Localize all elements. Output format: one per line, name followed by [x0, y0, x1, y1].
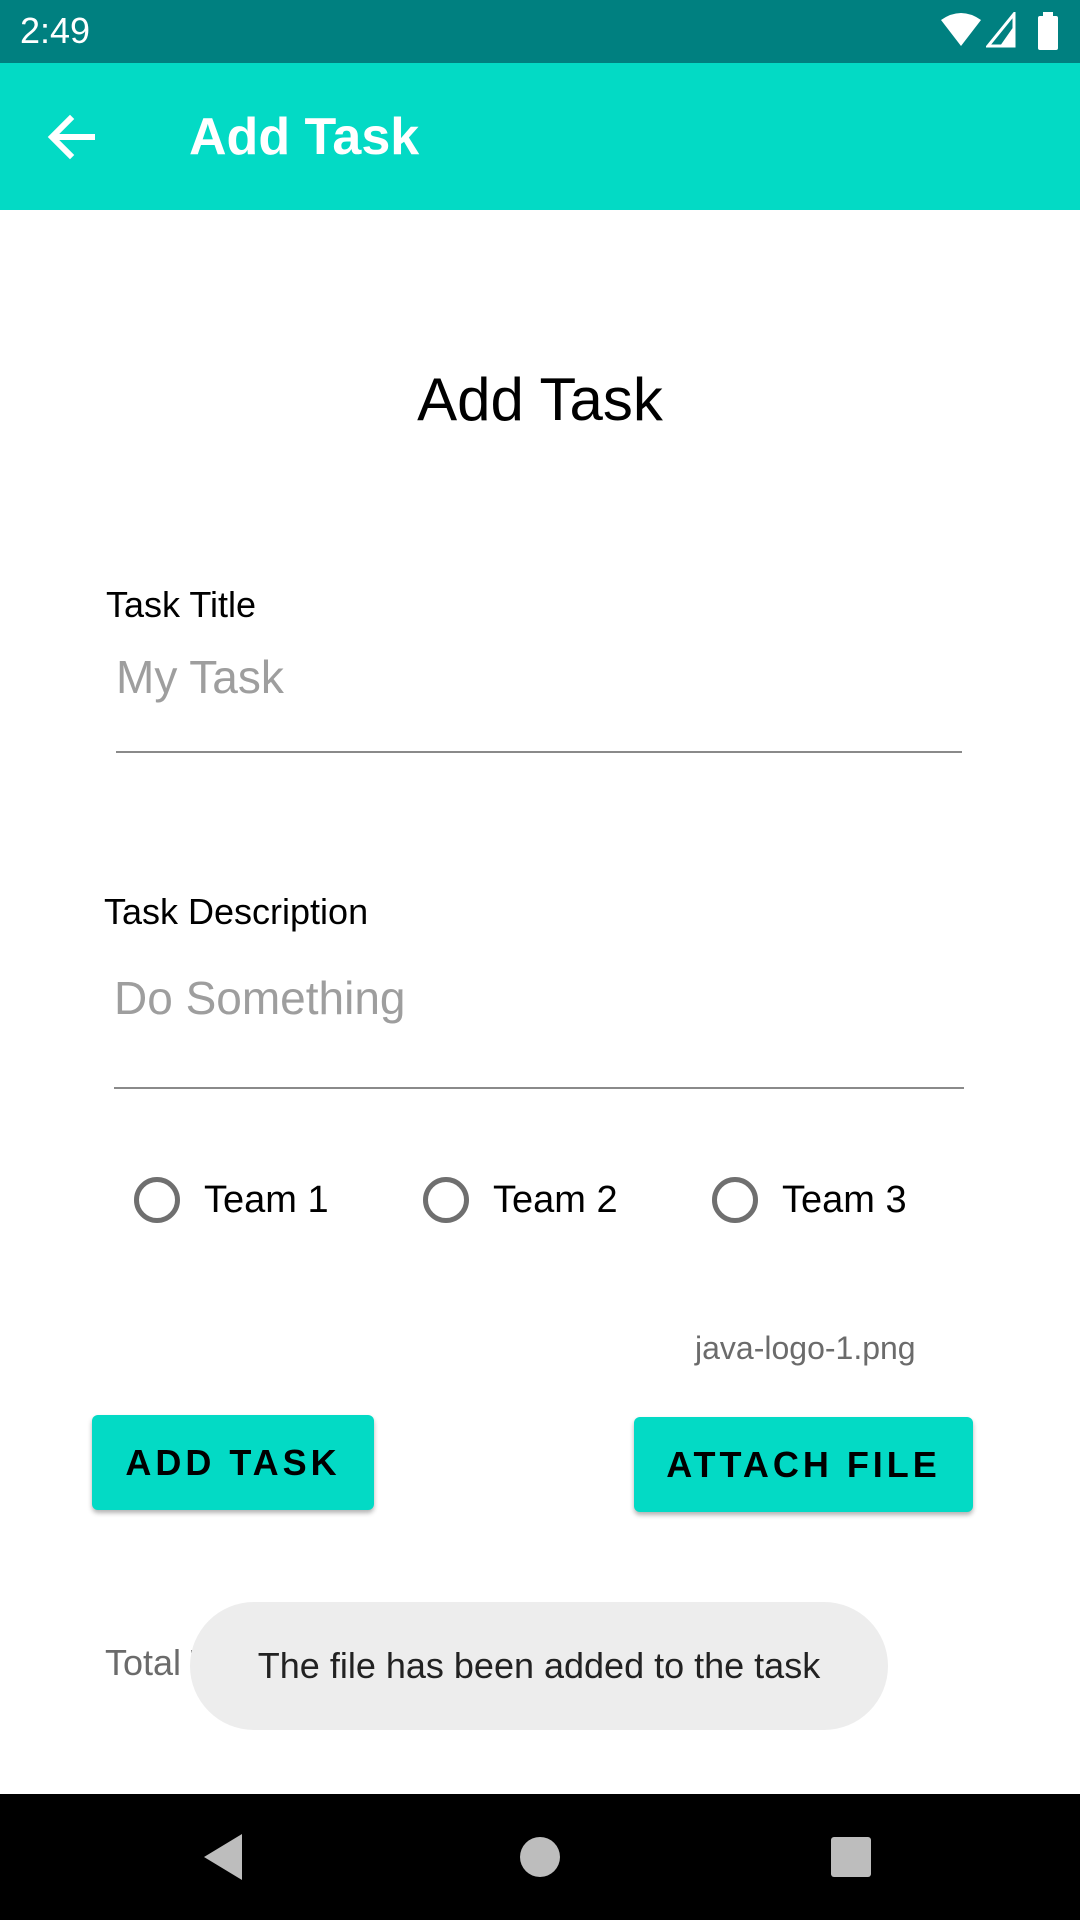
task-title-underline: [116, 751, 962, 753]
task-title-input[interactable]: [116, 646, 962, 708]
radio-unchecked-icon: [712, 1177, 758, 1223]
task-description-label: Task Description: [104, 891, 369, 932]
app-bar-title: Add Task: [189, 108, 420, 166]
signal-icon: [986, 12, 1016, 48]
arrow-left-icon: [47, 114, 95, 160]
radio-unchecked-icon: [423, 1177, 469, 1223]
navigation-bar: [0, 1794, 1080, 1920]
task-description-underline: [114, 1087, 964, 1089]
add-task-button[interactable]: ADD TASK: [92, 1415, 374, 1510]
status-bar: 2:49: [0, 0, 1080, 63]
app-bar: Add Task: [0, 63, 1080, 210]
attached-file-name: java-logo-1.png: [695, 1330, 916, 1366]
team-2-radio[interactable]: Team 2: [423, 1172, 618, 1228]
task-description-input[interactable]: [114, 967, 964, 1029]
team-1-radio[interactable]: Team 1: [134, 1172, 329, 1228]
page-heading: Add Task: [417, 366, 663, 433]
status-time: 2:49: [20, 10, 91, 51]
toast-message: The file has been added to the task: [190, 1602, 888, 1730]
home-circle-icon[interactable]: [505, 1822, 575, 1892]
battery-icon: [1038, 12, 1058, 50]
task-title-label: Task Title: [106, 584, 257, 625]
team-1-label: Team 1: [204, 1178, 329, 1221]
back-button[interactable]: [30, 95, 114, 179]
team-3-label: Team 3: [782, 1178, 907, 1221]
back-triangle-icon[interactable]: [190, 1822, 260, 1892]
radio-unchecked-icon: [134, 1177, 180, 1223]
team-3-radio[interactable]: Team 3: [712, 1172, 907, 1228]
recents-square-icon[interactable]: [816, 1822, 886, 1892]
team-2-label: Team 2: [493, 1178, 618, 1221]
wifi-icon: [941, 13, 981, 46]
attach-file-button[interactable]: ATTACH FILE: [634, 1417, 973, 1512]
